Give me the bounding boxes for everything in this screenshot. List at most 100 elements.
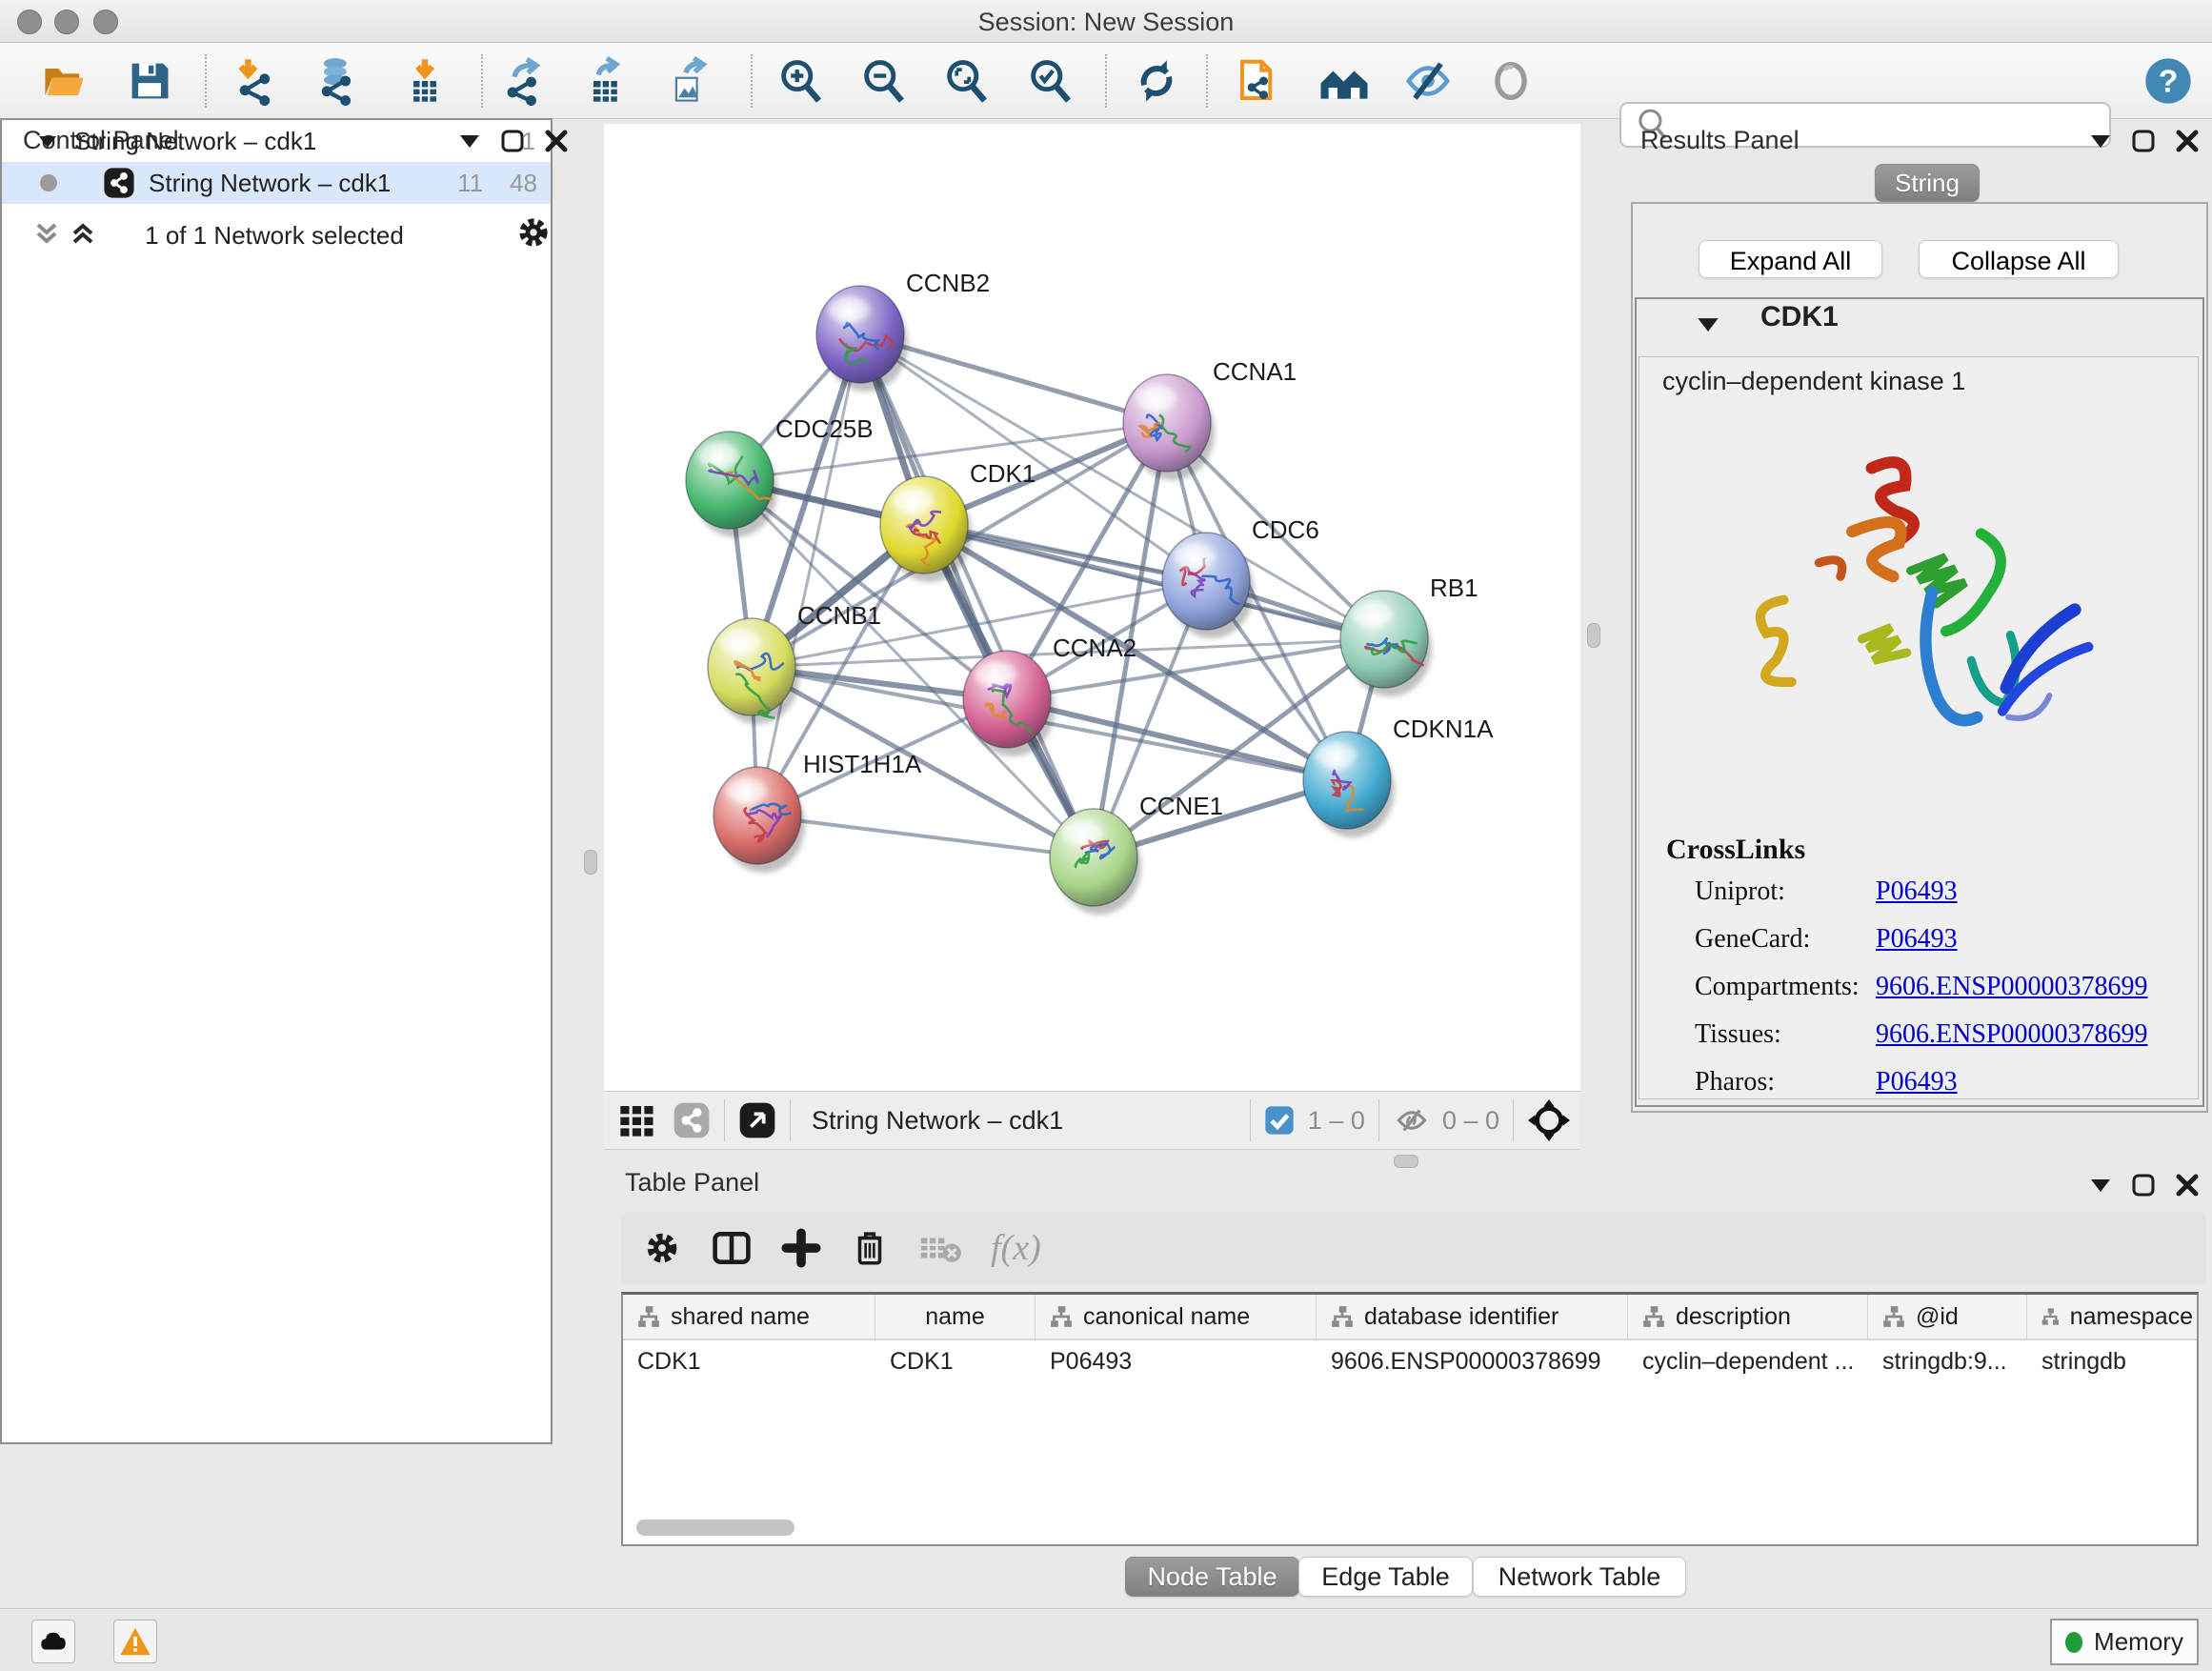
zoom-selected-icon[interactable]	[1023, 54, 1076, 108]
import-network-from-file-icon[interactable]	[229, 54, 282, 108]
network-view-title: String Network – cdk1	[812, 1106, 1063, 1136]
save-session-icon[interactable]	[123, 54, 176, 108]
table-horizontal-scrollbar[interactable]	[636, 1520, 794, 1536]
network-from-document-icon[interactable]	[1233, 54, 1286, 108]
network-status-dot-icon	[40, 174, 57, 191]
crosslink-uniprot-link[interactable]: P06493	[1876, 876, 1958, 907]
collection-expand-icon[interactable]	[38, 134, 57, 149]
open-in-window-icon[interactable]	[738, 1101, 776, 1139]
zoom-fit-icon[interactable]	[939, 54, 993, 108]
import-network-from-database-icon[interactable]	[311, 54, 364, 108]
gene-collapse-icon[interactable]	[1697, 316, 1719, 332]
table-settings-gear-icon[interactable]	[642, 1228, 682, 1268]
show-columns-icon[interactable]	[711, 1227, 753, 1269]
warnings-button[interactable]	[113, 1620, 157, 1663]
close-panel-icon[interactable]	[2176, 1174, 2199, 1197]
right-splitter-handle[interactable]	[1587, 623, 1600, 648]
left-splitter-handle[interactable]	[584, 850, 597, 875]
panel-menu-icon[interactable]	[2090, 1178, 2111, 1193]
node-CDC6[interactable]	[1162, 533, 1254, 638]
tab-network-table[interactable]: Network Table	[1473, 1557, 1686, 1597]
gene-section: CDK1 cyclin–dependent kinase 1	[1635, 297, 2204, 1107]
tab-string-results[interactable]: String	[1875, 164, 1980, 202]
column-header-namespace[interactable]: namespace	[2027, 1295, 2193, 1339]
toolbar-separator	[1206, 54, 1208, 108]
node-RB1[interactable]	[1340, 591, 1432, 696]
float-panel-icon[interactable]	[2132, 1174, 2155, 1197]
zoom-out-icon[interactable]	[856, 54, 910, 108]
node-label-CCNA1: CCNA1	[1213, 357, 1297, 386]
table-row[interactable]: CDK1 CDK1 P06493 9606.ENSP00000378699 cy…	[623, 1340, 2197, 1382]
edge-CCNB2-HIST1H1A[interactable]	[757, 334, 860, 815]
open-file-icon[interactable]	[38, 54, 91, 108]
footer-separator	[1513, 1099, 1514, 1141]
network-view-canvas[interactable]: CCNB2CCNA1CDC25BCDK1CDC6RB1CCNB1CCNA2CDK…	[604, 124, 1580, 1091]
string-home-icon[interactable]	[1317, 54, 1371, 108]
grid-view-icon[interactable]	[617, 1101, 655, 1139]
export-network-icon[interactable]	[498, 54, 552, 108]
selected-checkbox-icon[interactable]	[1264, 1105, 1295, 1136]
add-column-plus-icon[interactable]	[781, 1228, 821, 1268]
export-table-icon[interactable]	[580, 54, 633, 108]
tab-edge-table[interactable]: Edge Table	[1298, 1557, 1473, 1597]
hide-selected-eye-slash-icon[interactable]	[1401, 54, 1455, 108]
crosslink-genecard-link[interactable]: P06493	[1876, 924, 1958, 955]
cloud-status-button[interactable]	[31, 1620, 75, 1663]
hidden-eye-slash-icon[interactable]	[1393, 1103, 1431, 1137]
network-collection-row[interactable]: String Network – cdk1 1	[2, 120, 551, 162]
node-CDC25B[interactable]	[686, 432, 777, 537]
warning-triangle-icon	[119, 1625, 151, 1658]
tab-node-table[interactable]: Node Table	[1125, 1557, 1299, 1597]
node-CDKN1A[interactable]	[1303, 732, 1395, 837]
node-CCNE1[interactable]	[1050, 809, 1141, 915]
node-label-HIST1H1A: HIST1H1A	[803, 750, 922, 778]
import-table-from-file-icon[interactable]	[398, 54, 452, 108]
toolbar-separator	[1105, 54, 1107, 108]
export-image-icon[interactable]	[663, 54, 716, 108]
crosslink-pharos-link[interactable]: P06493	[1876, 1067, 1958, 1097]
results-panel-header-icons	[2090, 130, 2199, 152]
node-label-CCNB2: CCNB2	[906, 269, 990, 297]
node-CCNB2[interactable]	[816, 286, 908, 392]
node-CCNA1[interactable]	[1123, 374, 1215, 480]
node-CDK1[interactable]	[880, 476, 972, 582]
column-header-id[interactable]: @id	[1868, 1295, 2027, 1339]
column-header-database-identifier[interactable]: database identifier	[1317, 1295, 1628, 1339]
control-panel: Control Panel Network Style Select Sets …	[0, 118, 589, 1608]
footer-separator	[1378, 1099, 1379, 1141]
help-icon[interactable]: ?	[2142, 54, 2195, 108]
svg-text:?: ?	[2159, 63, 2179, 99]
node-CCNA2[interactable]	[963, 651, 1055, 756]
node-label-CDKN1A: CDKN1A	[1393, 715, 1494, 743]
node-label-CCNA2: CCNA2	[1053, 634, 1136, 662]
column-tree-icon	[2041, 1304, 2061, 1329]
edge-HIST1H1A-CCNE1[interactable]	[757, 815, 1094, 857]
edge-CCNB2-CCNE1[interactable]	[860, 334, 1094, 857]
gene-details: cyclin–dependent kinase 1 Cross	[1639, 356, 2199, 1099]
node-HIST1H1A[interactable]	[714, 767, 805, 873]
column-tree-icon	[1881, 1304, 1906, 1329]
show-all-eye-icon[interactable]	[1484, 54, 1538, 108]
column-header-name[interactable]: name	[875, 1295, 1036, 1339]
collapse-all-button[interactable]: Collapse All	[1919, 240, 2119, 278]
fit-selected-crosshair-icon[interactable]	[1527, 1098, 1571, 1142]
panel-menu-icon[interactable]	[2090, 133, 2111, 149]
memory-button[interactable]: Memory	[2050, 1619, 2199, 1665]
apply-preferred-layout-icon[interactable]	[1130, 54, 1183, 108]
crosslink-tissues-link[interactable]: 9606.ENSP00000378699	[1876, 1019, 2147, 1050]
column-header-description[interactable]: description	[1628, 1295, 1868, 1339]
close-panel-icon[interactable]	[2176, 130, 2199, 152]
network-share-view-icon[interactable]	[673, 1101, 711, 1139]
cell-canonical-name: P06493	[1036, 1340, 1317, 1382]
expand-all-button[interactable]: Expand All	[1699, 240, 1882, 278]
network-options-gear-icon[interactable]	[514, 213, 553, 252]
column-header-canonical-name[interactable]: canonical name	[1036, 1295, 1317, 1339]
title-bar: Session: New Session	[0, 0, 2212, 43]
float-panel-icon[interactable]	[2132, 130, 2155, 152]
zoom-in-icon[interactable]	[774, 54, 827, 108]
column-header-shared-name[interactable]: shared name	[623, 1295, 875, 1339]
network-row[interactable]: String Network – cdk1 11 48	[2, 162, 551, 204]
delete-column-trash-icon[interactable]	[850, 1228, 890, 1268]
crosslink-compartments-link[interactable]: 9606.ENSP00000378699	[1876, 972, 2147, 1002]
network-graph[interactable]: CCNB2CCNA1CDC25BCDK1CDC6RB1CCNB1CCNA2CDK…	[604, 124, 1580, 1091]
